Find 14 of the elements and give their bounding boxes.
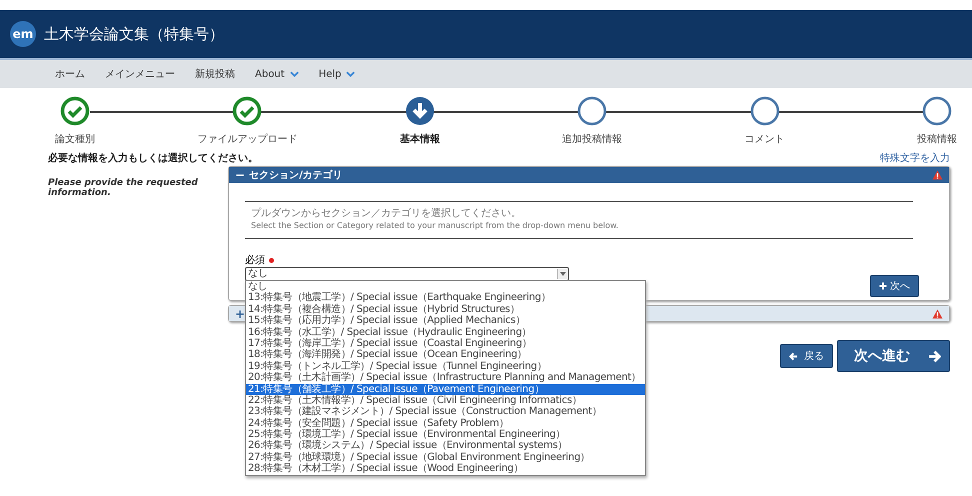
step-label: 投稿情報 (916, 132, 957, 146)
instruction-text: Please provide the requested information. (48, 178, 198, 198)
step-label: ファイルアップロード (197, 132, 298, 146)
logo: em (10, 21, 36, 47)
journal-title: 土木学会論文集（特集号） (44, 24, 224, 44)
step-label: 論文種別 (55, 132, 95, 146)
step-label: コメント (744, 133, 785, 146)
intro-text: プルダウンからセクション／カテゴリを選択してください。 (251, 208, 522, 220)
step-label: 追加投稿情報 (562, 132, 622, 146)
step-label: 基本情報 (400, 132, 440, 146)
field-label: 必須 (245, 254, 265, 267)
panel-title: セクション/カテゴリ (249, 168, 343, 182)
instruction-text: 必要な情報を入力もしくは選択してください。 (48, 152, 258, 165)
intro-text: Select the Section or Category related to your manuscript from the drop-down menu below. (251, 220, 620, 232)
